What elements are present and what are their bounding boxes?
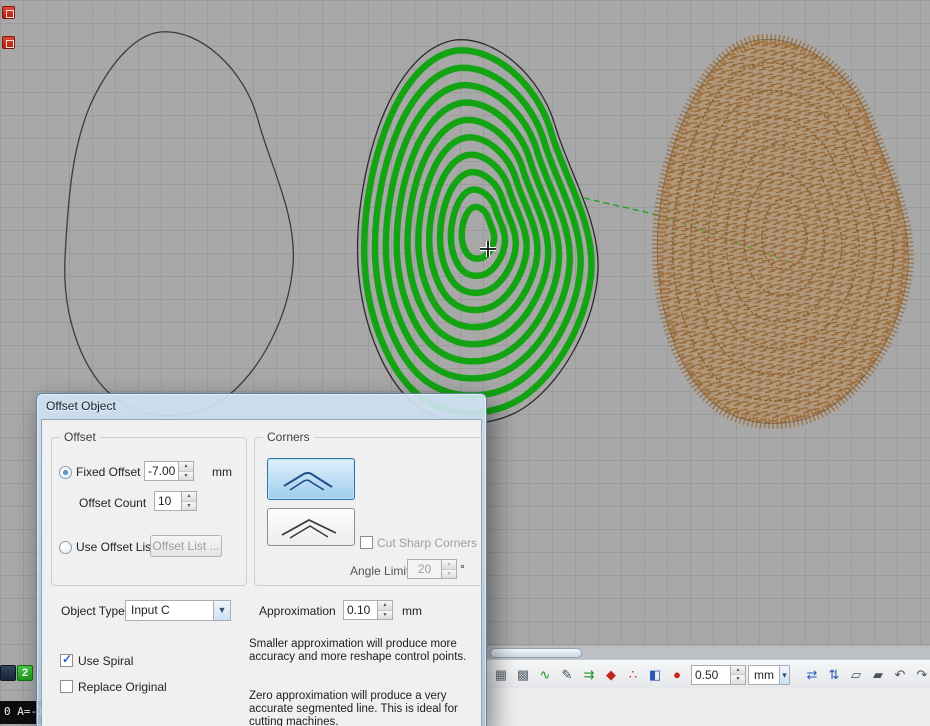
dialog-titlebar[interactable]: Offset Object xyxy=(37,394,486,418)
corner-style-round-button[interactable] xyxy=(267,458,355,500)
corners-group-legend: Corners xyxy=(263,430,314,444)
scrollbar-thumb[interactable] xyxy=(490,648,582,658)
use-spiral-label: Use Spiral xyxy=(78,654,133,668)
spin-down-icon: ▼ xyxy=(378,611,392,620)
angle-limit-value: 20 xyxy=(408,560,441,578)
stitch-value[interactable]: 0.50 xyxy=(692,666,730,684)
offset-object-dialog: Offset Object Offset Fixed Offset -7.00 … xyxy=(36,393,487,726)
approximation-help-text-2: Zero approximation will produce a very a… xyxy=(249,690,477,726)
dialog-title: Offset Object xyxy=(46,399,116,413)
docked-tool-icon-2[interactable] xyxy=(2,36,15,49)
offset-list-button[interactable]: Offset List ... xyxy=(150,535,222,557)
approximation-label: Approximation xyxy=(259,604,336,618)
stitch-value-spinner[interactable]: 0.50 ▲▼ xyxy=(691,665,746,685)
use-offset-list-label: Use Offset List xyxy=(76,540,154,554)
unit-combo-value: mm xyxy=(749,666,779,684)
spiral-offset-shape[interactable] xyxy=(358,40,599,423)
blue-block-icon[interactable]: ◧ xyxy=(645,665,665,685)
unit-combo[interactable]: mm ▾ xyxy=(748,665,790,685)
rotate-right-icon[interactable]: ↷ xyxy=(912,665,930,685)
cut-sharp-corners-checkbox[interactable] xyxy=(360,536,373,549)
red-dot-icon[interactable]: ● xyxy=(667,665,687,685)
green-arrows-icon[interactable]: ⇉ xyxy=(579,665,599,685)
stitched-shape[interactable] xyxy=(657,39,908,423)
dialog-content: Offset Fixed Offset -7.00 ▲▼ mm Offset C… xyxy=(41,419,482,726)
bottom-toolbar: ▦▩∿✎⇉◆∴◧● 0.50 ▲▼ mm ▾ ⇄⇅▱▰↶↷ xyxy=(487,659,930,689)
spin-down-icon: ▼ xyxy=(179,472,193,481)
horizontal-scrollbar[interactable] xyxy=(487,645,930,659)
spin-down-icon: ▼ xyxy=(442,570,456,579)
offset-group: Offset Fixed Offset -7.00 ▲▼ mm Offset C… xyxy=(51,437,247,586)
rotate-left-icon[interactable]: ↶ xyxy=(890,665,910,685)
approximation-spinner[interactable]: 0.10 ▲▼ xyxy=(343,600,393,620)
layer-badge-green[interactable]: 2 xyxy=(17,665,33,681)
spin-up-icon: ▲ xyxy=(378,601,392,611)
offset-group-legend: Offset xyxy=(60,430,100,444)
reshape-icon[interactable]: ✎ xyxy=(557,665,577,685)
window-lower-strip xyxy=(487,688,930,726)
spin-up-icon: ▲ xyxy=(442,560,456,570)
fixed-offset-label: Fixed Offset xyxy=(76,465,140,479)
cut-sharp-corners-label: Cut Sharp Corners xyxy=(377,536,477,550)
spin-down-icon: ▼ xyxy=(731,675,745,684)
offset-count-value[interactable]: 10 xyxy=(155,492,181,510)
spin-down-icon: ▼ xyxy=(182,502,196,511)
use-spiral-checkbox[interactable] xyxy=(60,654,73,667)
stitch-marks-icon[interactable]: ∴ xyxy=(623,665,643,685)
chevron-down-icon[interactable]: ▾ xyxy=(779,666,789,684)
spin-up-icon: ▲ xyxy=(179,462,193,472)
curve-icon[interactable]: ∿ xyxy=(535,665,555,685)
app-window: { "dialog": { "title": "Offset Object", … xyxy=(0,0,930,726)
grid-icon[interactable]: ▦ xyxy=(491,665,511,685)
offset-count-label: Offset Count xyxy=(79,496,146,510)
docked-tool-icon-1[interactable] xyxy=(2,6,15,19)
approximation-help-text-1: Smaller approximation will produce more … xyxy=(249,638,477,664)
object-type-value: Input C xyxy=(126,601,213,620)
angle-limit-spinner[interactable]: 20 ▲▼ xyxy=(407,559,457,579)
red-node-icon[interactable]: ◆ xyxy=(601,665,621,685)
offset-count-spinner[interactable]: 10 ▲▼ xyxy=(154,491,197,511)
object-type-label: Object Type xyxy=(61,604,125,618)
fixed-offset-spinner[interactable]: -7.00 ▲▼ xyxy=(144,461,194,481)
approximation-unit: mm xyxy=(402,604,422,618)
rounded-corner-icon xyxy=(276,464,346,494)
angle-limit-label: Angle Limit xyxy=(350,564,409,578)
mirror-horizontal-icon[interactable]: ⇄ xyxy=(802,665,822,685)
chevron-down-icon[interactable]: ▼ xyxy=(213,601,230,620)
fixed-offset-value[interactable]: -7.00 xyxy=(145,462,178,480)
pattern-fill-icon[interactable]: ▩ xyxy=(513,665,533,685)
sharp-corner-icon xyxy=(276,513,346,541)
skew-horizontal-icon[interactable]: ▱ xyxy=(846,665,866,685)
outline-shape[interactable] xyxy=(65,32,294,416)
skew-vertical-icon[interactable]: ▰ xyxy=(868,665,888,685)
use-offset-list-radio[interactable] xyxy=(59,541,72,554)
fixed-offset-unit: mm xyxy=(212,465,232,479)
mirror-vertical-icon[interactable]: ⇅ xyxy=(824,665,844,685)
spin-up-icon: ▲ xyxy=(731,666,745,676)
replace-original-checkbox[interactable] xyxy=(60,680,73,693)
corner-style-sharp-button[interactable] xyxy=(267,508,355,546)
fixed-offset-radio[interactable] xyxy=(59,466,72,479)
spin-up-icon: ▲ xyxy=(182,492,196,502)
approximation-value[interactable]: 0.10 xyxy=(344,601,377,619)
replace-original-label: Replace Original xyxy=(78,680,167,694)
layer-badge-dark[interactable] xyxy=(0,665,16,681)
corners-group: Corners Cut Sharp Corners Angle Limit 20… xyxy=(254,437,484,586)
object-type-combo[interactable]: Input C ▼ xyxy=(125,600,231,621)
angle-limit-unit: ° xyxy=(460,562,465,576)
